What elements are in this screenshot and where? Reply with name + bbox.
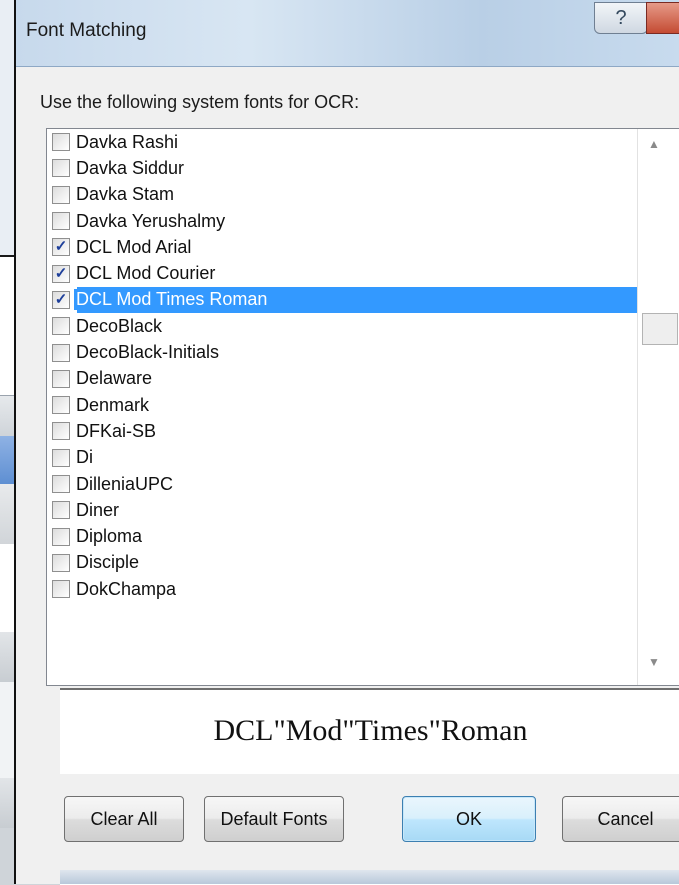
font-list-item[interactable]: DecoBlack [47, 313, 679, 339]
font-checkbox[interactable] [52, 159, 70, 178]
font-list-item[interactable]: Denmark [47, 392, 679, 418]
font-name-label: DecoBlack-Initials [76, 342, 220, 363]
font-checkbox-checked[interactable]: ✓ [52, 264, 70, 283]
font-checkbox[interactable] [52, 501, 70, 520]
font-checkbox[interactable] [52, 133, 70, 152]
font-list-item[interactable]: Davka Stam [47, 182, 679, 208]
font-list-item[interactable]: ✓ DCL Mod Times Roman [47, 286, 679, 314]
dialog-title: Font Matching [26, 20, 147, 41]
instruction-label: Use the following system fonts for OCR: [40, 92, 360, 112]
font-list-item[interactable]: DokChampa [47, 576, 679, 602]
clear-all-button[interactable]: Clear All [64, 796, 184, 842]
font-name-label: Di [76, 447, 93, 468]
font-name-label: DCL Mod Courier [76, 263, 216, 284]
font-list-item[interactable]: Davka Siddur [47, 155, 679, 181]
help-button[interactable]: ? [594, 2, 648, 34]
font-list-item[interactable]: ✓ DCL Mod Arial [47, 234, 679, 260]
ok-button[interactable]: OK [402, 796, 536, 842]
font-name-label: Disciple [76, 552, 140, 573]
font-list-item[interactable]: Davka Rashi [47, 129, 679, 155]
font-name-label: Denmark [76, 394, 150, 415]
font-name-label: Davka Siddur [76, 157, 185, 178]
font-checkbox[interactable] [52, 317, 70, 336]
dialog-titlebar[interactable]: Font Matching ? [16, 0, 679, 67]
font-list-item[interactable]: DecoBlack-Initials [47, 339, 679, 365]
list-scrollbar[interactable]: ▲ ▼ [637, 129, 679, 685]
font-name-label: Diploma [76, 526, 143, 547]
scroll-thumb[interactable] [642, 313, 678, 345]
font-checkbox-checked[interactable]: ✓ [52, 290, 70, 309]
font-checkbox[interactable] [52, 343, 70, 362]
font-name-label: DilleniaUPC [76, 473, 174, 494]
font-list-item[interactable]: ✓ DCL Mod Courier [47, 260, 679, 286]
font-name-label: DCL Mod Arial [76, 236, 192, 257]
font-checkbox[interactable] [52, 580, 70, 599]
font-name-label: Delaware [76, 368, 153, 389]
font-name-label: Diner [76, 499, 120, 520]
default-fonts-button[interactable]: Default Fonts [204, 796, 344, 842]
help-icon: ? [615, 7, 627, 29]
font-checkbox[interactable] [52, 448, 70, 467]
font-list-item[interactable]: Diner [47, 497, 679, 523]
font-checkbox[interactable] [52, 396, 70, 415]
font-list-item[interactable]: DFKai-SB [47, 418, 679, 444]
font-name-label: DecoBlack [76, 315, 163, 336]
font-list-item[interactable]: Disciple [47, 550, 679, 576]
font-list-item[interactable]: Delaware [47, 366, 679, 392]
close-button[interactable] [646, 2, 679, 34]
font-list-item[interactable]: Davka Yerushalmy [47, 208, 679, 234]
font-checkbox[interactable] [52, 527, 70, 546]
font-checkbox[interactable] [52, 475, 70, 493]
font-name-label: Davka Rashi [76, 131, 179, 152]
dialog-bottom-edge [60, 870, 679, 884]
font-name-label: Davka Yerushalmy [76, 210, 226, 231]
font-preview-text: DCL"Mod"Times"Roman [213, 714, 528, 747]
font-name-label: Davka Stam [76, 184, 175, 205]
font-checkbox[interactable] [52, 369, 70, 388]
font-preview: DCL"Mod"Times"Roman [60, 688, 679, 774]
font-checkbox[interactable] [52, 212, 70, 231]
font-name-label: DokChampa [76, 578, 177, 599]
font-checkbox[interactable] [52, 185, 70, 204]
font-list-item[interactable]: DilleniaUPC [47, 471, 679, 497]
font-checkbox-checked[interactable]: ✓ [52, 238, 70, 257]
font-matching-dialog: Font Matching ? Use the following system… [14, 0, 679, 884]
cancel-button[interactable]: Cancel [562, 796, 679, 842]
font-list[interactable]: Davka Rashi Davka Siddur Davka Stam Davka Y… [46, 128, 679, 686]
font-name-label: DCL Mod Times Roman [74, 289, 270, 311]
font-list-item[interactable]: Di [47, 445, 679, 471]
scroll-up-arrow-icon[interactable]: ▲ [648, 137, 660, 151]
scroll-down-arrow-icon[interactable]: ▼ [648, 655, 660, 669]
font-checkbox[interactable] [52, 422, 70, 441]
font-name-label: DFKai-SB [76, 420, 157, 441]
font-checkbox[interactable] [52, 553, 70, 572]
font-list-item[interactable]: Diploma [47, 523, 679, 549]
